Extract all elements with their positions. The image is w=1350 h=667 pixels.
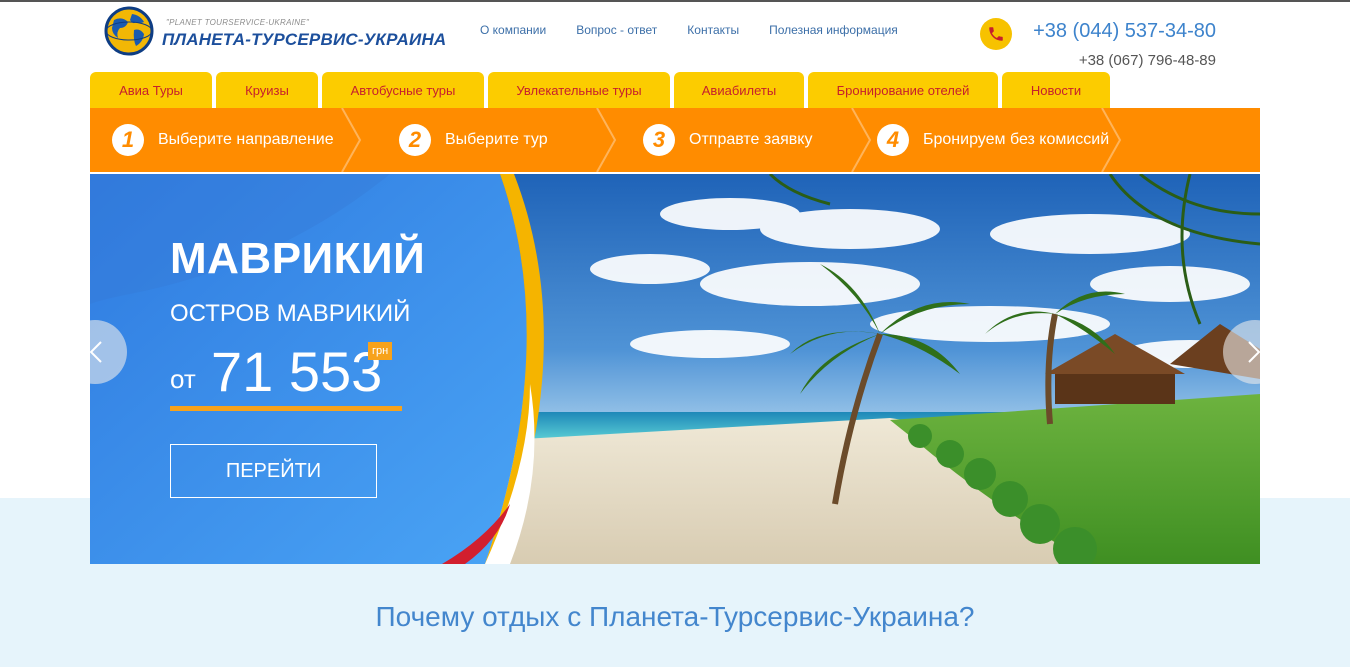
phone-main[interactable]: +38 (044) 537-34-80: [1033, 20, 1216, 43]
step-4: 4 Бронируем без комиссий: [877, 108, 1109, 172]
chevron-right-icon: [1101, 108, 1122, 172]
price-underline: [170, 406, 402, 411]
chevron-left-icon: [90, 341, 102, 363]
hero-slider: МАВРИКИЙ ОСТРОВ МАВРИКИЙ от 71 553 грн П…: [90, 174, 1260, 564]
phone-icon[interactable]: [980, 18, 1012, 50]
chevron-right-icon: [851, 108, 872, 172]
chevron-right-icon: [341, 108, 362, 172]
tab-exciting-tours[interactable]: Увлекательные туры: [488, 72, 670, 108]
tab-bus-tours[interactable]: Автобусные туры: [322, 72, 484, 108]
top-navigation: О компании Вопрос - ответ Контакты Полез…: [480, 23, 898, 37]
tab-cruises[interactable]: Круизы: [216, 72, 318, 108]
handset-icon: [989, 27, 1003, 41]
tab-air-tours[interactable]: Авиа Туры: [90, 72, 212, 108]
step-label: Бронируем без комиссий: [923, 131, 1110, 148]
step-number: 4: [877, 124, 909, 156]
step-label: Отправте заявку: [689, 131, 813, 148]
tab-news[interactable]: Новости: [1002, 72, 1110, 108]
hero-currency-badge: грн: [368, 342, 393, 360]
tab-air-tickets[interactable]: Авиабилеты: [674, 72, 804, 108]
booking-steps-bar: 1 Выберите направление 2 Выберите тур 3 …: [90, 108, 1260, 172]
step-1: 1 Выберите направление: [112, 108, 334, 172]
step-label: Выберите направление: [158, 131, 334, 148]
step-2: 2 Выберите тур: [399, 108, 548, 172]
hero-price-prefix: от: [170, 364, 196, 394]
topnav-useful-info[interactable]: Полезная информация: [769, 23, 898, 37]
step-number: 3: [643, 124, 675, 156]
hero-title: МАВРИКИЙ: [170, 234, 426, 283]
section-title: Почему отдых с Планета-Турсервис-Украина…: [375, 601, 975, 632]
chevron-right-icon: [1248, 341, 1260, 363]
slider-prev-button[interactable]: [90, 320, 127, 384]
step-3: 3 Отправте заявку: [643, 108, 812, 172]
chevron-right-icon: [596, 108, 617, 172]
hero-subtitle: ОСТРОВ МАВРИКИЙ: [170, 300, 411, 327]
hero-price: 71 553: [211, 340, 383, 403]
logo-tagline: "PLANET TOURSERVICE-UKRAINE": [166, 18, 310, 27]
category-tabs: Авиа Туры Круизы Автобусные туры Увлекат…: [90, 72, 1110, 108]
logo-name: ПЛАНЕТА-ТУРСЕРВИС-УКРАИНА: [162, 30, 447, 49]
top-border: [0, 0, 1350, 2]
slider-next-button[interactable]: [1223, 320, 1260, 384]
phone-secondary[interactable]: +38 (067) 796-48-89: [1079, 52, 1216, 69]
step-label: Выберите тур: [445, 131, 548, 148]
globe-logo-icon: [104, 6, 154, 56]
topnav-faq[interactable]: Вопрос - ответ: [576, 23, 657, 37]
topnav-contacts[interactable]: Контакты: [687, 23, 739, 37]
topnav-about[interactable]: О компании: [480, 23, 546, 37]
step-number: 1: [112, 124, 144, 156]
tab-hotel-booking[interactable]: Бронирование отелей: [808, 72, 998, 108]
site-logo[interactable]: "PLANET TOURSERVICE-UKRAINE" ПЛАНЕТА-ТУР…: [104, 6, 447, 58]
step-number: 2: [399, 124, 431, 156]
hero-go-button[interactable]: ПЕРЕЙТИ: [170, 444, 377, 498]
